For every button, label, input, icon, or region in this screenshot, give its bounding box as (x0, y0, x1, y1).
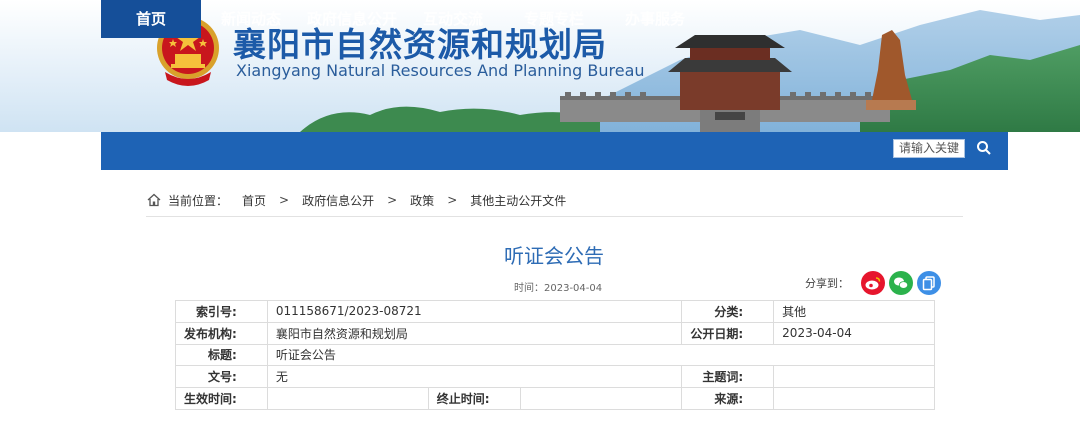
publisher-value: 襄阳市自然资源和规划局 (266, 321, 683, 345)
breadcrumb-separator: > (387, 193, 398, 207)
source-value (773, 387, 935, 410)
table-row: 文号: 无 主题词: (175, 365, 935, 389)
effective-label: 生效时间: (175, 387, 268, 410)
document-info-table: 索引号: 011158671/2023-08721 分类: 其他 发布机构: 襄… (175, 300, 936, 410)
breadcrumb-gov-info[interactable]: 政府信息公开 (302, 192, 374, 209)
nav-interaction[interactable]: 互动交流 (412, 0, 494, 38)
share-label: 分享到： (805, 277, 849, 290)
article-time: 时间：2023-04-04 (514, 283, 603, 294)
site-subtitle: Xiangyang Natural Resources And Planning… (236, 61, 645, 80)
pubdate-label: 公开日期: (681, 321, 775, 345)
index-value: 011158671/2023-08721 (266, 300, 683, 323)
wechat-icon[interactable] (889, 271, 913, 295)
home-icon (147, 193, 161, 207)
breadcrumb-prefix: 当前位置： (168, 193, 229, 208)
index-label: 索引号: (175, 300, 268, 323)
nav-services[interactable]: 办事服务 (614, 0, 696, 38)
article-title: 听证会公告 (504, 244, 604, 268)
copy-icon[interactable] (917, 271, 941, 295)
end-time-value (519, 387, 683, 410)
title-label: 标题: (175, 343, 268, 367)
table-row: 索引号: 011158671/2023-08721 分类: 其他 (175, 300, 935, 323)
category-label: 分类: (681, 300, 775, 323)
docno-label: 文号: (175, 365, 268, 389)
table-row: 标题: 听证会公告 (175, 343, 936, 367)
end-time-label: 终止时间: (427, 387, 521, 410)
subject-label: 主题词: (681, 365, 775, 389)
search-input[interactable]: 请输入关键 (893, 139, 965, 158)
category-value: 其他 (773, 300, 935, 323)
table-row: 发布机构: 襄阳市自然资源和规划局 公开日期: 2023-04-04 (175, 321, 935, 345)
breadcrumb: 当前位置： 首页 > 政府信息公开 > 政策 > 其他主动公开文件 (146, 191, 566, 209)
nav-topics[interactable]: 专题专栏 (513, 0, 595, 38)
breadcrumb-home[interactable]: 首页 (242, 192, 266, 209)
breadcrumb-policy[interactable]: 政策 (410, 192, 434, 209)
effective-value (266, 387, 429, 410)
source-label: 来源: (681, 387, 775, 410)
pubdate-value: 2023-04-04 (773, 321, 935, 345)
breadcrumb-separator: > (279, 193, 290, 207)
nav-gov-info[interactable]: 政府信息公开 (296, 0, 408, 38)
breadcrumb-other-files[interactable]: 其他主动公开文件 (470, 192, 566, 209)
weibo-icon[interactable] (861, 271, 885, 295)
publisher-label: 发布机构: (175, 321, 268, 345)
nav-news[interactable]: 新闻动态 (210, 0, 292, 38)
breadcrumb-separator: > (447, 193, 458, 207)
divider (146, 216, 963, 217)
main-nav (101, 132, 1008, 170)
search-icon (977, 141, 991, 155)
table-row: 生效时间: 终止时间: 来源: (175, 387, 935, 410)
search-button[interactable] (966, 137, 1002, 159)
nav-home[interactable]: 首页 (101, 0, 201, 38)
subject-value (773, 365, 935, 389)
title-value: 听证会公告 (266, 343, 936, 367)
docno-value: 无 (266, 365, 683, 389)
